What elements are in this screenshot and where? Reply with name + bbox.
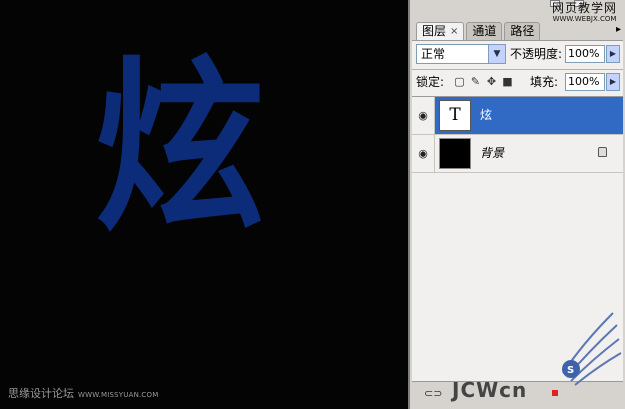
canvas-text-glyph: 炫 — [94, 40, 266, 256]
layer-name[interactable]: 背景 — [480, 135, 504, 172]
panel-top-strip: 网页教学网 WWW.WEBJX.COM — [410, 0, 625, 23]
tab-paths-label: 路径 — [510, 24, 535, 38]
fill-label: 填充: — [530, 75, 559, 89]
lock-move-icon[interactable]: ✥ — [486, 75, 497, 89]
blend-mode-select[interactable]: 正常 ▼ — [416, 44, 506, 64]
text-layer-thumbnail: T — [439, 100, 471, 131]
eye-icon[interactable]: ◉ — [412, 135, 435, 172]
layer-row-text[interactable]: ◉ T 炫 — [412, 97, 623, 135]
wing-logo-icon: S — [562, 312, 622, 386]
layer-options: 正常 ▼ 不透明度: 100% ▶ 锁定: ▢ ✎ ✥ ■ 填充: 100% ▶ — [412, 40, 623, 97]
opacity-input[interactable]: 100% — [565, 45, 605, 63]
layers-panel: 网页教学网 WWW.WEBJX.COM 图层 × 通道 路径 ▸ 正常 ▼ 不透… — [408, 0, 625, 409]
lock-options: ▢ ✎ ✥ ■ — [454, 75, 513, 89]
top-watermark: 网页教学网 WWW.WEBJX.COM — [552, 1, 617, 23]
lock-icon — [598, 147, 607, 157]
tab-paths[interactable]: 路径 — [504, 22, 541, 40]
document-canvas[interactable]: 炫 思缘设计论坛 WWW.MISSYUAN.COM — [0, 0, 408, 409]
fill-arrow-icon[interactable]: ▶ — [606, 73, 620, 91]
layer-name[interactable]: 炫 — [480, 97, 492, 134]
top-watermark-en: WWW.WEBJX.COM — [552, 15, 617, 23]
options-divider — [412, 69, 623, 70]
bottom-watermark: JCWcn — [452, 378, 528, 402]
opacity-arrow-icon[interactable]: ▶ — [606, 45, 620, 63]
tab-channels-label: 通道 — [472, 24, 497, 38]
lock-label: 锁定: — [416, 75, 445, 89]
link-icon[interactable]: ⊂⊃ — [424, 387, 442, 400]
blend-mode-value: 正常 — [421, 47, 446, 61]
tab-layers-label: 图层 — [422, 24, 447, 38]
tab-layers[interactable]: 图层 × — [416, 22, 465, 40]
background-layer-thumbnail — [439, 138, 471, 169]
tab-channels[interactable]: 通道 — [466, 22, 503, 40]
lock-all-icon[interactable]: ■ — [502, 75, 513, 89]
chevron-down-icon[interactable]: ▼ — [488, 45, 505, 63]
watermark-cn: 思缘设计论坛 — [8, 387, 74, 400]
watermark-url: WWW.MISSYUAN.COM — [78, 391, 159, 399]
top-watermark-cn: 网页教学网 — [551, 1, 617, 15]
canvas-watermark: 思缘设计论坛 WWW.MISSYUAN.COM — [8, 385, 158, 401]
panel-tabs: 图层 × 通道 路径 — [416, 22, 542, 40]
close-icon[interactable]: × — [450, 23, 458, 40]
opacity-label: 不透明度: — [510, 47, 563, 61]
panel-menu-icon[interactable]: ▸ — [616, 24, 621, 35]
layer-row-background[interactable]: ◉ 背景 — [412, 135, 623, 173]
fill-input[interactable]: 100% — [565, 73, 605, 91]
lock-paint-icon[interactable]: ✎ — [470, 75, 481, 89]
lock-transparency-icon[interactable]: ▢ — [454, 75, 465, 89]
eye-icon[interactable]: ◉ — [412, 97, 435, 134]
svg-text:S: S — [567, 365, 574, 376]
